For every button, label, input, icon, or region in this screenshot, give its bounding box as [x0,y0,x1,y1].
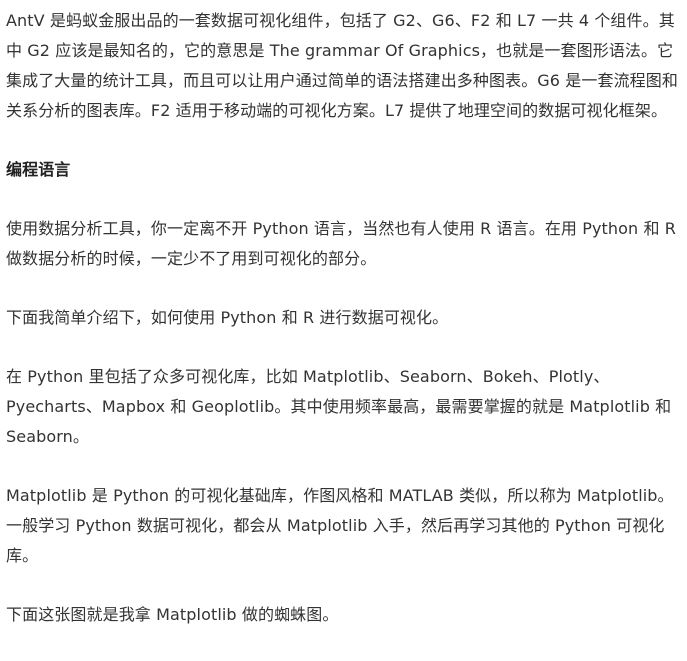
paragraph-antv-intro: AntV 是蚂蚁金服出品的一套数据可视化组件，包括了 G2、G6、F2 和 L7… [6,11,678,120]
article-body: AntV 是蚂蚁金服出品的一套数据可视化组件，包括了 G2、G6、F2 和 L7… [6,6,682,630]
paragraph-spider-chart-caption: 下面这张图就是我拿 Matplotlib 做的蜘蛛图。 [6,605,339,624]
paragraph-python-libraries: 在 Python 里包括了众多可视化库，比如 Matplotlib、Seabor… [6,367,672,446]
section-heading-programming-languages: 编程语言 [6,160,71,179]
paragraph-python-r-intro: 使用数据分析工具，你一定离不开 Python 语言，当然也有人使用 R 语言。在… [6,219,676,268]
paragraph-how-to-visualize: 下面我简单介绍下，如何使用 Python 和 R 进行数据可视化。 [6,308,449,327]
paragraph-matplotlib-intro: Matplotlib 是 Python 的可视化基础库，作图风格和 MATLAB… [6,486,674,565]
